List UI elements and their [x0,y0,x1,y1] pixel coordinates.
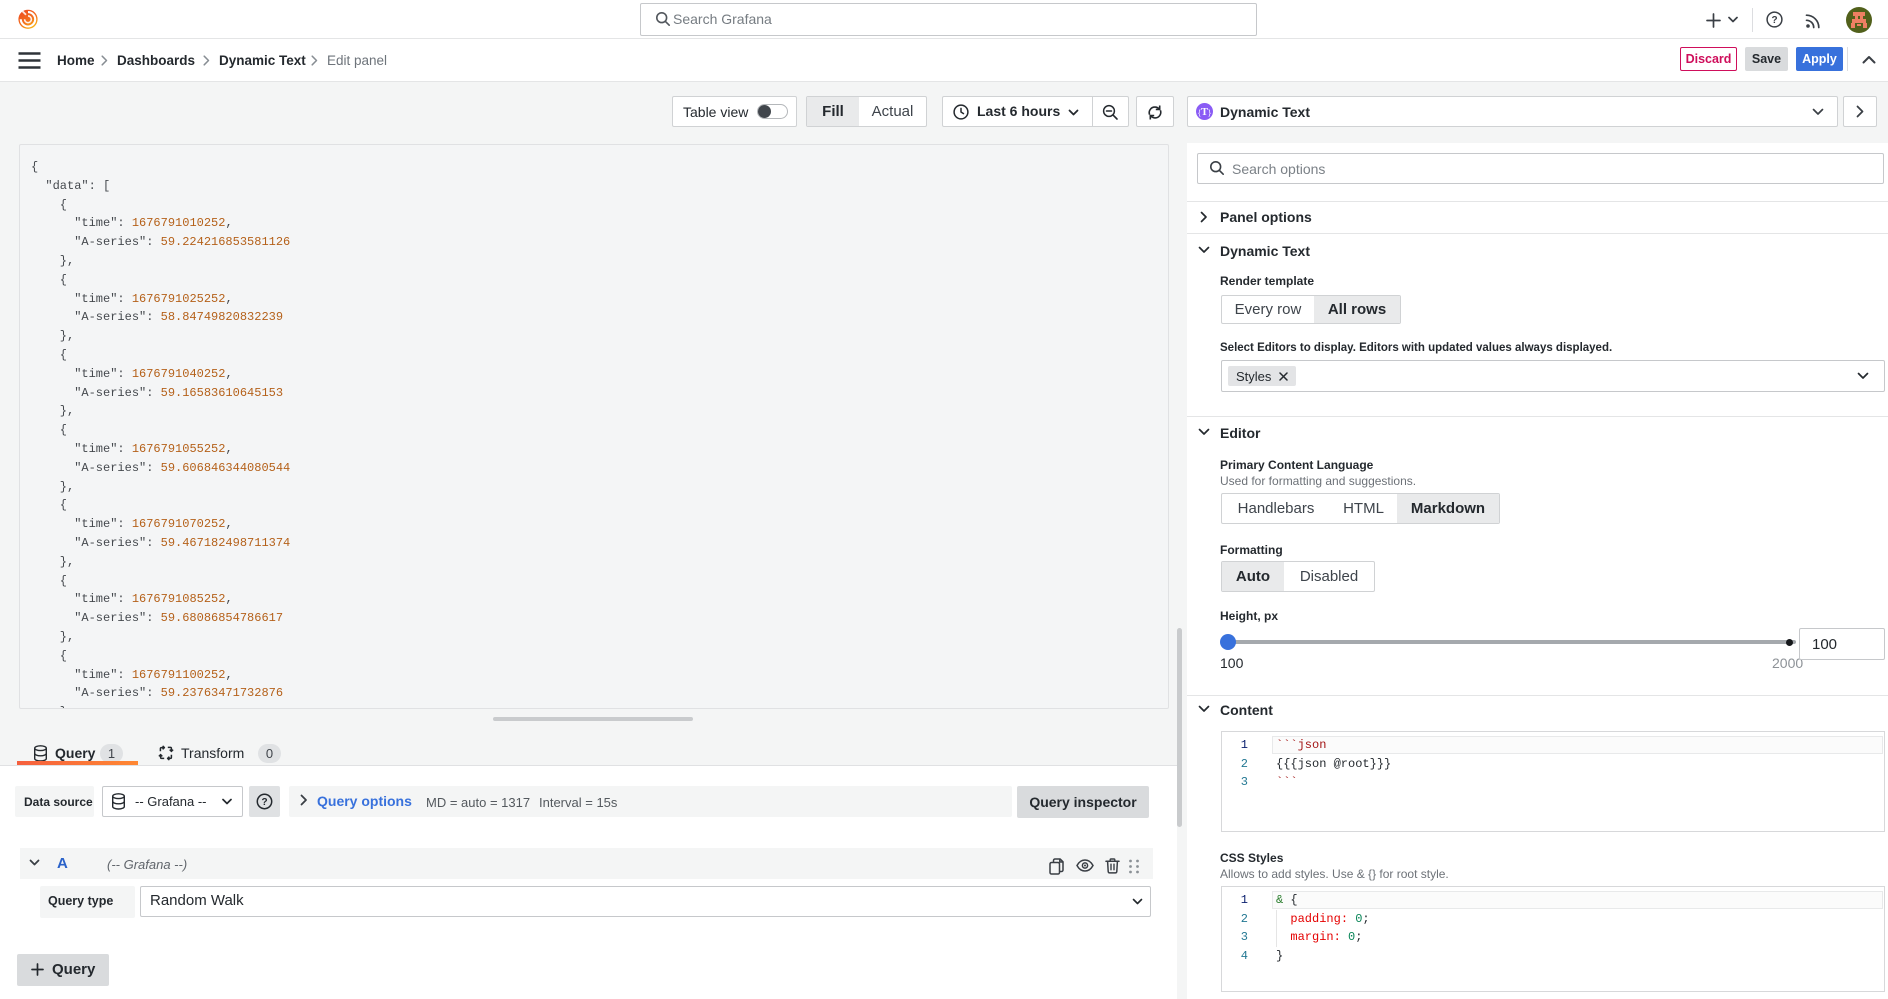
svg-text:T: T [1201,107,1208,118]
svg-text:?: ? [261,797,267,808]
svg-text:?: ? [1771,15,1777,26]
